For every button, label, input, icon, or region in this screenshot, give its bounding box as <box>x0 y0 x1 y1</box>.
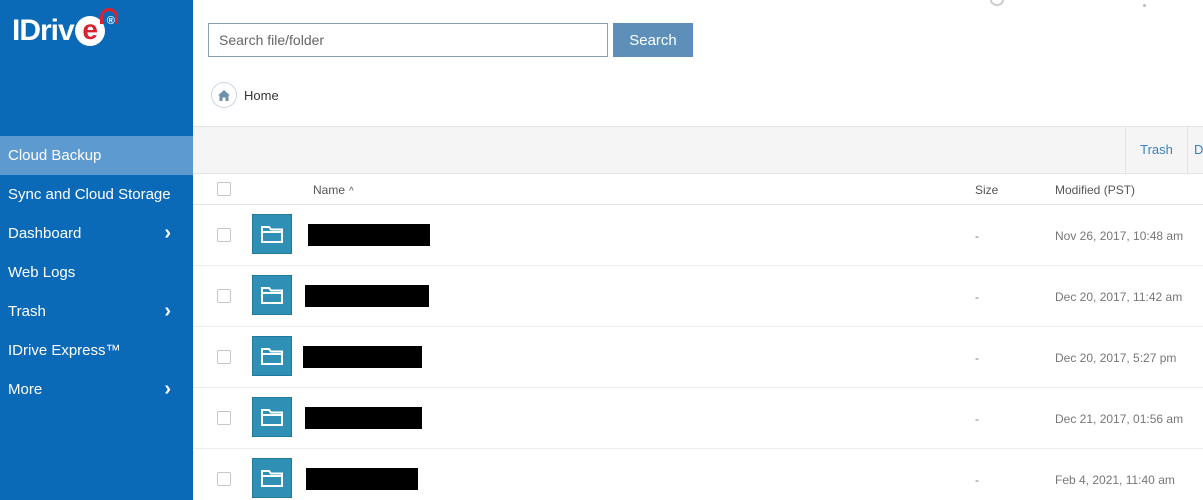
size-cell: - <box>975 290 979 304</box>
sidebar-item-label: Sync and Cloud Storage <box>8 186 171 203</box>
size-cell: - <box>975 412 979 426</box>
folder-icon[interactable] <box>252 397 292 437</box>
modified-cell: Dec 20, 2017, 5:27 pm <box>1055 351 1177 365</box>
sort-ascending-icon: ^ <box>349 186 354 197</box>
sidebar-item-dashboard[interactable]: Dashboard › <box>0 214 193 253</box>
column-header-name[interactable]: Name ^ <box>313 183 354 197</box>
search-button[interactable]: Search <box>613 23 693 57</box>
column-header-modified[interactable]: Modified (PST) <box>1055 183 1135 197</box>
breadcrumb-home[interactable]: Home <box>244 88 279 103</box>
toolbar-trash-link[interactable]: Trash <box>1125 127 1187 173</box>
sidebar-item-label: Web Logs <box>8 264 76 281</box>
sidebar-item-more[interactable]: More › <box>0 370 193 409</box>
column-header-name-label: Name <box>313 183 346 197</box>
select-all-checkbox[interactable] <box>217 182 231 196</box>
size-cell: - <box>975 473 979 487</box>
main-content: Search Home Trash D Name^ Size Modified … <box>193 0 1203 500</box>
home-icon[interactable] <box>211 82 237 108</box>
column-header-size: Size <box>975 183 999 197</box>
folder-icon[interactable] <box>252 458 292 498</box>
size-cell: - <box>975 351 979 365</box>
row-checkbox[interactable] <box>217 411 231 425</box>
size-cell: - <box>975 229 979 243</box>
idrive-logo[interactable]: IDriv e ® <box>12 8 118 58</box>
table-row[interactable]: - Dec 20, 2017, 11:42 am <box>193 266 1203 327</box>
breadcrumb: Home <box>211 82 279 108</box>
sidebar-item-label: IDrive Express™ <box>8 342 121 359</box>
app-window: IDriv e ® Cloud Backup Sync and Cloud Stora… <box>0 0 1203 500</box>
folder-name-redacted[interactable] <box>306 468 418 490</box>
chevron-right-icon: › <box>164 222 171 244</box>
chevron-right-icon: › <box>164 300 171 322</box>
table-row[interactable]: - Dec 20, 2017, 5:27 pm <box>193 327 1203 388</box>
sidebar-item-cloud-backup[interactable]: Cloud Backup <box>0 136 193 175</box>
toolbar-more-link[interactable]: D <box>1187 127 1203 173</box>
lock-icon <box>100 8 118 24</box>
sidebar-item-label: Cloud Backup <box>8 147 102 164</box>
menu-dot-icon[interactable] <box>1143 4 1146 7</box>
folder-name-redacted[interactable] <box>305 285 429 307</box>
row-checkbox[interactable] <box>217 350 231 364</box>
modified-cell: Nov 26, 2017, 10:48 am <box>1055 229 1184 243</box>
row-checkbox[interactable] <box>217 472 231 486</box>
folder-name-redacted[interactable] <box>308 224 430 246</box>
sidebar-item-label: More <box>8 381 43 398</box>
modified-cell: Dec 21, 2017, 01:56 am <box>1055 412 1184 426</box>
sidebar-item-label: Dashboard <box>8 225 82 242</box>
row-checkbox[interactable] <box>217 289 231 303</box>
user-avatar-icon[interactable] <box>990 0 1004 6</box>
sidebar: IDriv e ® Cloud Backup Sync and Cloud Stora… <box>0 0 193 500</box>
folder-icon[interactable] <box>252 336 292 376</box>
folder-icon[interactable] <box>252 214 292 254</box>
modified-cell: Feb 4, 2021, 11:40 am <box>1055 473 1175 487</box>
row-checkbox[interactable] <box>217 228 231 242</box>
sidebar-nav: Cloud Backup Sync and Cloud Storage Dashbo… <box>0 136 193 409</box>
table-row[interactable]: - Dec 21, 2017, 01:56 am <box>193 388 1203 449</box>
file-list: - Nov 26, 2017, 10:48 am - Dec 20, 2017, 11… <box>193 205 1203 500</box>
sidebar-item-trash[interactable]: Trash › <box>0 292 193 331</box>
folder-name-redacted[interactable] <box>303 346 422 368</box>
sidebar-item-web-logs[interactable]: Web Logs <box>0 253 193 292</box>
folder-name-redacted[interactable] <box>305 407 422 429</box>
sidebar-item-label: Trash <box>8 303 46 320</box>
table-row[interactable]: - Nov 26, 2017, 10:48 am <box>193 205 1203 266</box>
folder-icon[interactable] <box>252 275 292 315</box>
modified-cell: Dec 20, 2017, 11:42 am <box>1055 290 1183 304</box>
chevron-right-icon: › <box>164 378 171 400</box>
table-row[interactable]: - Feb 4, 2021, 11:40 am <box>193 449 1203 500</box>
logo-text: IDriv <box>12 14 75 47</box>
action-toolbar: Trash D <box>193 126 1203 174</box>
table-header: Name ^ Size Modified (PST) <box>193 174 1203 205</box>
sidebar-item-sync-and-cloud-storage[interactable]: Sync and Cloud Storage <box>0 175 193 214</box>
sidebar-item-idrive-express[interactable]: IDrive Express™ <box>0 331 193 370</box>
search-input[interactable] <box>208 23 608 57</box>
